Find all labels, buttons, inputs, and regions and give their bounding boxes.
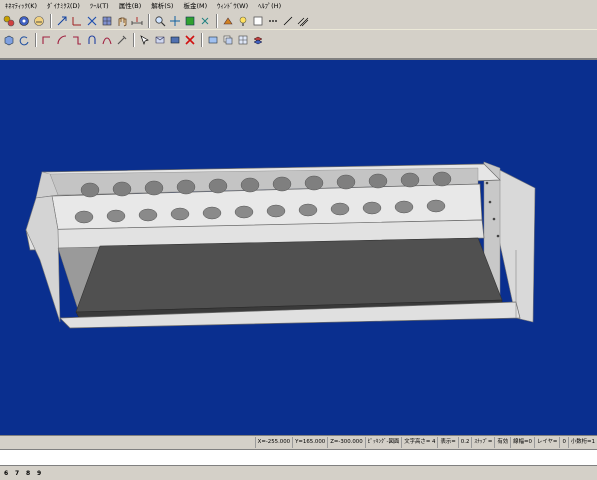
menu-tools[interactable]: ﾂｰﾙ(T) xyxy=(85,0,114,12)
status-display-value: 0.2 xyxy=(457,437,472,448)
fit-icon[interactable] xyxy=(183,14,197,28)
pointer-icon[interactable] xyxy=(138,33,152,47)
sheet-icon[interactable] xyxy=(206,33,220,47)
tool-icon[interactable] xyxy=(115,33,129,47)
3d-viewport[interactable] xyxy=(0,58,597,435)
layers-icon[interactable] xyxy=(251,33,265,47)
command-area[interactable] xyxy=(0,449,597,466)
corner-icon[interactable] xyxy=(40,33,54,47)
grid2-icon[interactable] xyxy=(236,33,250,47)
toolbar-sheet-metal xyxy=(0,31,597,49)
axis-icon[interactable] xyxy=(70,14,84,28)
hand-icon[interactable] xyxy=(115,14,129,28)
face-icon[interactable] xyxy=(32,14,46,28)
toolbar-separator xyxy=(35,33,37,47)
menu-help[interactable]: ﾍﾙﾌﾟ(H) xyxy=(253,0,286,12)
gears-icon[interactable] xyxy=(2,14,16,28)
status-line-width: 線幅=0 xyxy=(510,437,534,448)
toolbar-separator xyxy=(133,33,135,47)
menu-analysis[interactable]: 解析(S) xyxy=(146,0,178,12)
sheet-metal-model xyxy=(25,161,536,329)
fold-icon[interactable] xyxy=(153,33,167,47)
hatch-icon[interactable] xyxy=(296,14,310,28)
toolbar-main xyxy=(0,12,597,30)
dimension-icon[interactable] xyxy=(130,14,144,28)
status-decimals: 小数桁=1 xyxy=(567,437,597,448)
menu-attributes[interactable]: 属性(B) xyxy=(114,0,147,12)
status-snap-label: ｽﾅｯﾌﾟ= xyxy=(471,437,494,448)
status-y-coord: Y=165.000 xyxy=(292,437,327,448)
status-x-coord: X=-255.000 xyxy=(254,437,292,448)
status-snap-value: 有効 xyxy=(494,437,510,448)
light-icon[interactable] xyxy=(236,14,250,28)
box-icon[interactable] xyxy=(251,14,265,28)
line-icon[interactable] xyxy=(281,14,295,28)
menu-window[interactable]: ｳｨﾝﾄﾞｳ(W) xyxy=(212,0,253,12)
grid-icon[interactable] xyxy=(100,14,114,28)
toolbar-separator xyxy=(148,13,150,28)
stack-icon[interactable] xyxy=(221,33,235,47)
render-icon[interactable] xyxy=(221,14,235,28)
dots-icon[interactable] xyxy=(266,14,280,28)
status-picking-mode: ﾋﾟｯｷﾝｸﾞ-図面 xyxy=(364,437,402,448)
menu-sheet-metal[interactable]: 板金(M) xyxy=(178,0,212,12)
status-bar: X=-255.000 Y=165.000 Z=-300.000 ﾋﾟｯｷﾝｸﾞ-… xyxy=(0,435,597,449)
pan-icon[interactable] xyxy=(198,14,212,28)
status-layer-value: 0 xyxy=(559,437,567,448)
tag-icon[interactable] xyxy=(168,33,182,47)
vector-icon[interactable] xyxy=(55,14,69,28)
rotate-icon[interactable] xyxy=(17,33,31,47)
menu-kinematic[interactable]: ｷﾈﾏﾃｨｯｸ(K) xyxy=(0,0,42,12)
delete-icon[interactable] xyxy=(183,33,197,47)
menu-dynamics[interactable]: ﾀﾞｲﾅﾐｸｽ(D) xyxy=(42,0,85,12)
toolbar-separator xyxy=(201,33,203,47)
zoom-icon[interactable] xyxy=(153,14,167,28)
status-text-height: 文字高さ= 4 xyxy=(401,437,437,448)
function-key-7[interactable]: 7 xyxy=(15,470,26,477)
loop-icon[interactable] xyxy=(85,33,99,47)
function-key-8[interactable]: 8 xyxy=(26,470,37,477)
toolbar-separator xyxy=(50,13,52,28)
arc-icon[interactable] xyxy=(55,33,69,47)
status-layer-label: レイヤ= xyxy=(533,437,560,448)
function-key-9[interactable]: 9 xyxy=(37,470,48,477)
status-display-label: 表示= xyxy=(437,437,457,448)
cross-icon[interactable] xyxy=(85,14,99,28)
status-z-coord: Z=-300.000 xyxy=(327,437,364,448)
bottom-bar: 6 7 8 9 xyxy=(0,466,597,480)
move-icon[interactable] xyxy=(168,14,182,28)
bend-icon[interactable] xyxy=(70,33,84,47)
function-key-6[interactable]: 6 xyxy=(4,470,15,477)
toolbar-separator xyxy=(216,13,218,28)
curve-icon[interactable] xyxy=(100,33,114,47)
menu-bar: ｷﾈﾏﾃｨｯｸ(K) ﾀﾞｲﾅﾐｸｽ(D) ﾂｰﾙ(T) 属性(B) 解析(S)… xyxy=(0,0,597,12)
wheel-icon[interactable] xyxy=(17,14,31,28)
cube-icon[interactable] xyxy=(2,33,16,47)
